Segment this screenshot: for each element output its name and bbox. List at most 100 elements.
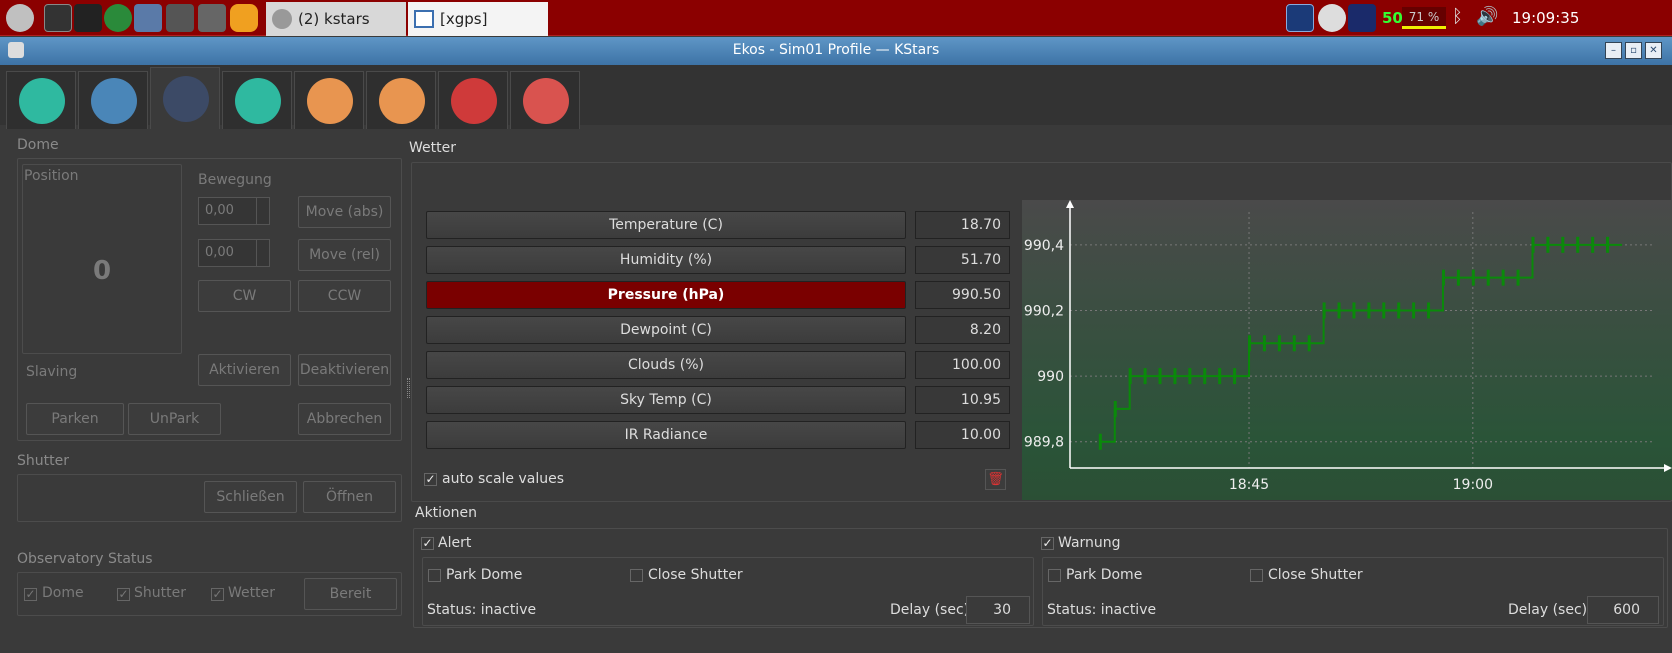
alert-delay-label: Delay (sec): [890,602,974,618]
bereit-button[interactable]: Bereit [304,578,397,610]
indi-icon[interactable] [1348,4,1376,32]
warnung-delay-label: Delay (sec): [1508,602,1592,618]
parken-button[interactable]: Parken [26,403,124,435]
y-tick-label: 990,2 [1024,303,1064,319]
x-tick-label: 19:00 [1453,477,1493,493]
close-button[interactable]: ✕ [1645,42,1662,59]
aktivieren-button[interactable]: Aktivieren [198,354,291,386]
tab-focus[interactable] [366,71,436,129]
move-abs-button[interactable]: Move (abs) [298,196,391,228]
data-point [1456,269,1460,286]
auto-scale-checkbox[interactable]: ✓ [424,473,437,486]
maximize-button[interactable]: ▫ [1625,42,1642,59]
abbrechen-button[interactable]: Abbrechen [298,403,391,435]
tab-mount[interactable] [222,71,292,129]
pressure-chart-svg: 989,8 990 990,2 990,4 18:45 19:00 [1024,200,1672,493]
ccw-button[interactable]: CCW [298,280,391,312]
tab-align[interactable] [438,71,508,129]
deaktivieren-button[interactable]: Deaktivieren [298,354,391,386]
telescope-icon[interactable] [74,4,102,32]
data-point [1277,335,1281,352]
data-point [1471,269,1475,286]
data-point [1292,335,1296,352]
param-button-6[interactable]: IR Radiance [426,421,906,449]
unpark-button[interactable]: UnPark [128,403,221,435]
app-icon [272,9,292,29]
alert-close-shutter-label: Close Shutter [648,567,743,583]
param-button-3[interactable]: Dewpoint (C) [426,316,906,344]
task-xgps[interactable]: [xgps] [408,2,548,36]
tab-observatory[interactable] [150,67,220,129]
dome-group-label: Dome [17,137,59,153]
ekos-icon[interactable] [104,4,132,32]
param-value-4: 100.00 [915,351,1010,379]
data-point [1233,368,1237,385]
wetter-status-checkbox[interactable]: ✓ [211,588,224,601]
alert-park-dome-checkbox[interactable] [428,569,441,582]
param-value-6: 10.00 [915,421,1010,449]
volume-icon[interactable]: 🔊 [1476,6,1498,27]
move-rel-button[interactable]: Move (rel) [298,239,391,271]
data-point [1173,368,1177,385]
clock: 19:09:35 [1512,9,1580,27]
alert-delay-input[interactable]: 30 [966,596,1030,624]
trash-icon[interactable]: 🗑 [985,469,1006,490]
param-button-4[interactable]: Clouds (%) [426,351,906,379]
cpu-monitor: 71 % [1402,7,1446,29]
position-value: 0 [93,256,112,286]
shutter-status-label: Shutter [134,585,186,601]
tab-guide[interactable] [510,71,580,129]
warnung-park-dome-label: Park Dome [1066,567,1143,583]
data-point [1158,368,1162,385]
tripod-icon [235,78,281,124]
splitter-handle[interactable] [407,378,410,398]
minimize-button[interactable]: – [1605,42,1622,59]
data-point [1248,335,1252,352]
alert-park-dome-label: Park Dome [446,567,523,583]
param-button-0[interactable]: Temperature (C) [426,211,906,239]
terminal-icon[interactable] [44,4,72,32]
param-button-5[interactable]: Sky Temp (C) [426,386,906,414]
tab-setup[interactable] [6,71,76,129]
cw-button[interactable]: CW [198,280,291,312]
shutter-status-checkbox[interactable]: ✓ [117,588,130,601]
alert-checkbox[interactable]: ✓ [421,537,434,550]
dome-status-checkbox[interactable]: ✓ [24,588,37,601]
alert-close-shutter-checkbox[interactable] [630,569,643,582]
camera-icon[interactable] [198,4,226,32]
editor-icon[interactable] [166,4,194,32]
pressure-series-line [1099,243,1622,443]
warnung-checkbox[interactable]: ✓ [1041,537,1054,550]
warnung-delay-input[interactable]: 600 [1587,596,1659,624]
raspberry-menu-icon[interactable] [6,4,34,32]
auto-scale-label: auto scale values [442,471,565,487]
data-point [1546,236,1550,253]
pressure-chart: 989,8 990 990,2 990,4 18:45 19:00 [1022,200,1672,500]
param-button-1[interactable]: Humidity (%) [426,246,906,274]
task-kstars[interactable]: (2) kstars [266,2,406,36]
window-titlebar[interactable]: Ekos - Sim01 Profile — KStars – ▫ ✕ [0,37,1672,65]
warnung-park-dome-checkbox[interactable] [1048,569,1061,582]
data-point [1262,335,1266,352]
chart-icon[interactable] [134,4,162,32]
warnung-status: Status: inactive [1047,602,1157,618]
offnen-button[interactable]: Öffnen [303,481,396,513]
kstars-icon[interactable] [230,4,258,32]
rel-position-input[interactable]: 0,00 [198,239,270,267]
data-point [1203,368,1207,385]
schliessen-button[interactable]: Schließen [204,481,297,513]
data-point [1322,302,1326,319]
param-value-2: 990.50 [915,281,1010,309]
window-menu-icon[interactable] [8,42,24,58]
param-value-3: 8.20 [915,316,1010,344]
camera-icon [307,78,353,124]
warnung-close-shutter-checkbox[interactable] [1250,569,1263,582]
tab-scheduler[interactable] [78,71,148,129]
bluetooth-icon[interactable]: ᛒ [1452,6,1463,27]
vnc-icon[interactable] [1286,4,1314,32]
abs-position-input[interactable]: 0,00 [198,197,270,225]
param-value-5: 10.95 [915,386,1010,414]
tab-capture[interactable] [294,71,364,129]
search-icon[interactable] [1318,4,1346,32]
param-button-2[interactable]: Pressure (hPa) [426,281,906,309]
